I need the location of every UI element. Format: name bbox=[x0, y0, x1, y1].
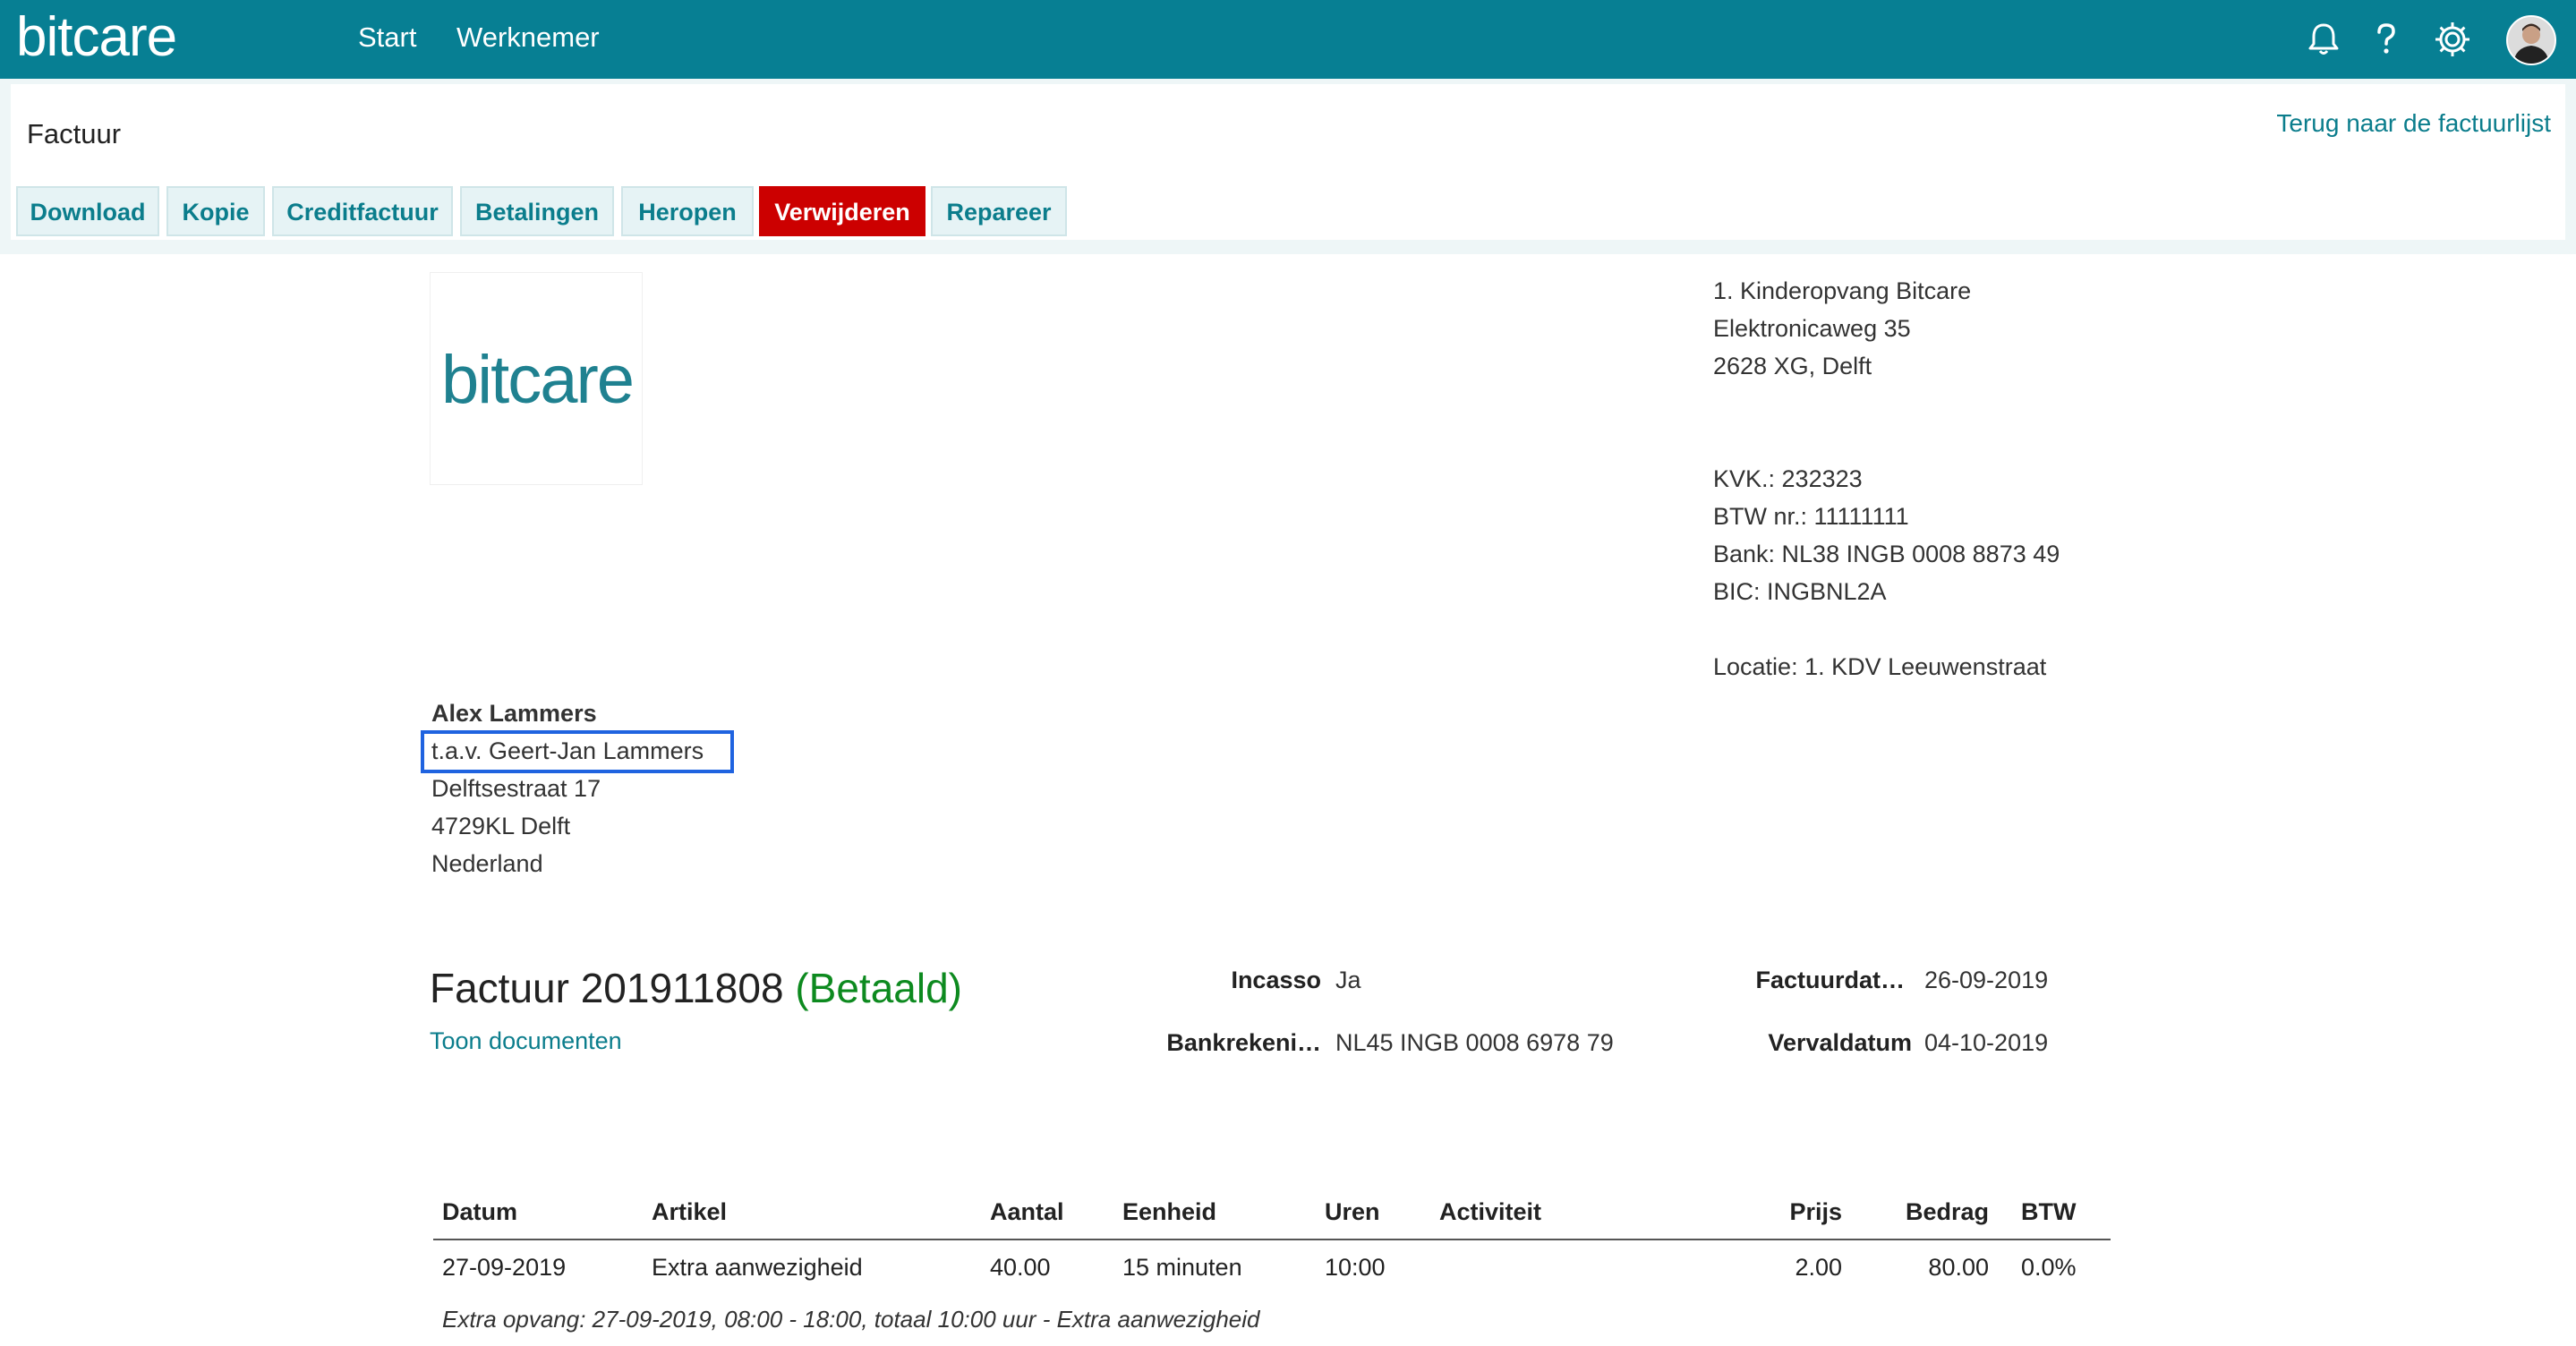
column-header: Eenheid bbox=[1113, 1185, 1316, 1240]
table-cell bbox=[1430, 1240, 1659, 1294]
bank-account-value: NL45 INGB 0008 6978 79 bbox=[1335, 1029, 1614, 1056]
bank-account-label: Bankrekeni… bbox=[1166, 1029, 1321, 1056]
invoice-number: Factuur 201911808 bbox=[430, 965, 784, 1011]
download-button[interactable]: Download bbox=[16, 186, 159, 236]
table-row: 27-09-2019 Extra aanwezigheid 40.00 15 m… bbox=[433, 1240, 2111, 1294]
line-note: Extra opvang: 27-09-2019, 08:00 - 18:00,… bbox=[442, 1306, 1260, 1333]
invoice-document: bitcare 1. Kinderopvang Bitcare Elektron… bbox=[0, 254, 2576, 1346]
column-header: Prijs bbox=[1659, 1185, 1851, 1240]
company-logo-text: bitcare bbox=[440, 342, 635, 418]
invoice-lines-table: Datum Artikel Aantal Eenheid Uren Activi… bbox=[433, 1185, 2111, 1294]
table-cell: 15 minuten bbox=[1122, 1253, 1242, 1281]
column-header: Bedrag bbox=[1851, 1185, 1998, 1240]
payment-status: (Betaald) bbox=[795, 965, 962, 1011]
due-date-label: Vervaldatum bbox=[1768, 1029, 1912, 1056]
due-date-value: 04-10-2019 bbox=[1924, 1029, 2049, 1056]
company-name: 1. Kinderopvang Bitcare bbox=[1713, 277, 1972, 304]
table-cell: 2.00 bbox=[1795, 1253, 1842, 1281]
recipient-country: Nederland bbox=[431, 850, 543, 877]
column-header: Artikel bbox=[643, 1185, 981, 1240]
invoice-title: Factuur 201911808 (Betaald) bbox=[430, 963, 962, 1013]
nav-start[interactable]: Start bbox=[358, 18, 416, 57]
table-cell: 0.0% bbox=[2021, 1253, 2077, 1281]
column-header: Aantal bbox=[981, 1185, 1113, 1240]
copy-button[interactable]: Kopie bbox=[166, 186, 265, 236]
page-title: Factuur bbox=[27, 118, 122, 149]
highlight-box bbox=[421, 730, 734, 773]
table-cell: 10:00 bbox=[1325, 1253, 1386, 1281]
company-details: 1. Kinderopvang Bitcare Elektronicaweg 3… bbox=[1713, 272, 2060, 686]
reopen-button[interactable]: Heropen bbox=[621, 186, 754, 236]
column-header: Activiteit bbox=[1430, 1185, 1659, 1240]
column-header: Uren bbox=[1316, 1185, 1430, 1240]
company-logo: bitcare bbox=[430, 272, 643, 485]
gear-icon[interactable] bbox=[2433, 20, 2472, 59]
avatar[interactable] bbox=[2506, 15, 2556, 65]
nav-werknemer[interactable]: Werknemer bbox=[456, 18, 600, 57]
recipient-address: Alex Lammers t.a.v. Geert-Jan Lammers De… bbox=[431, 694, 704, 882]
recipient-city: 4729KL Delft bbox=[431, 813, 571, 839]
recipient-street: Delftsestraat 17 bbox=[431, 775, 601, 802]
show-documents-link[interactable]: Toon documenten bbox=[430, 1024, 622, 1058]
repair-button[interactable]: Repareer bbox=[931, 186, 1067, 236]
company-city: 2628 XG, Delft bbox=[1713, 353, 1872, 379]
invoice-date-label: Factuurdat… bbox=[1755, 967, 1905, 993]
back-to-invoice-list-link[interactable]: Terug naar de factuurlijst bbox=[2276, 106, 2551, 141]
invoice-date-value: 26-09-2019 bbox=[1924, 967, 2049, 993]
table-cell: 40.00 bbox=[990, 1253, 1051, 1281]
delete-button[interactable]: Verwijderen bbox=[759, 186, 925, 236]
table-header-row: Datum Artikel Aantal Eenheid Uren Activi… bbox=[433, 1185, 2111, 1240]
company-bic: BIC: INGBNL2A bbox=[1713, 578, 1887, 605]
credit-invoice-button[interactable]: Creditfactuur bbox=[272, 186, 453, 236]
help-icon[interactable] bbox=[2367, 20, 2406, 59]
company-kvk: KVK.: 232323 bbox=[1713, 465, 1863, 492]
top-navbar: bitcare Start Werknemer bbox=[0, 0, 2576, 79]
column-header: Datum bbox=[433, 1185, 643, 1240]
table-cell: 80.00 bbox=[1928, 1253, 1989, 1281]
company-location: Locatie: 1. KDV Leeuwenstraat bbox=[1713, 653, 2047, 680]
incasso-label: Incasso bbox=[1231, 967, 1321, 993]
table-cell: Extra aanwezigheid bbox=[652, 1253, 863, 1281]
incasso-value: Ja bbox=[1335, 967, 1361, 993]
company-bank: Bank: NL38 INGB 0008 8873 49 bbox=[1713, 541, 2060, 567]
company-street: Elektronicaweg 35 bbox=[1713, 315, 1911, 342]
bell-icon[interactable] bbox=[2304, 20, 2343, 59]
column-header: BTW bbox=[1998, 1185, 2111, 1240]
recipient-name: Alex Lammers bbox=[431, 700, 597, 727]
table-cell: 27-09-2019 bbox=[442, 1253, 567, 1281]
app-logo[interactable]: bitcare bbox=[16, 4, 177, 72]
payments-button[interactable]: Betalingen bbox=[460, 186, 614, 236]
company-btw: BTW nr.: 11111111 bbox=[1713, 503, 1909, 530]
